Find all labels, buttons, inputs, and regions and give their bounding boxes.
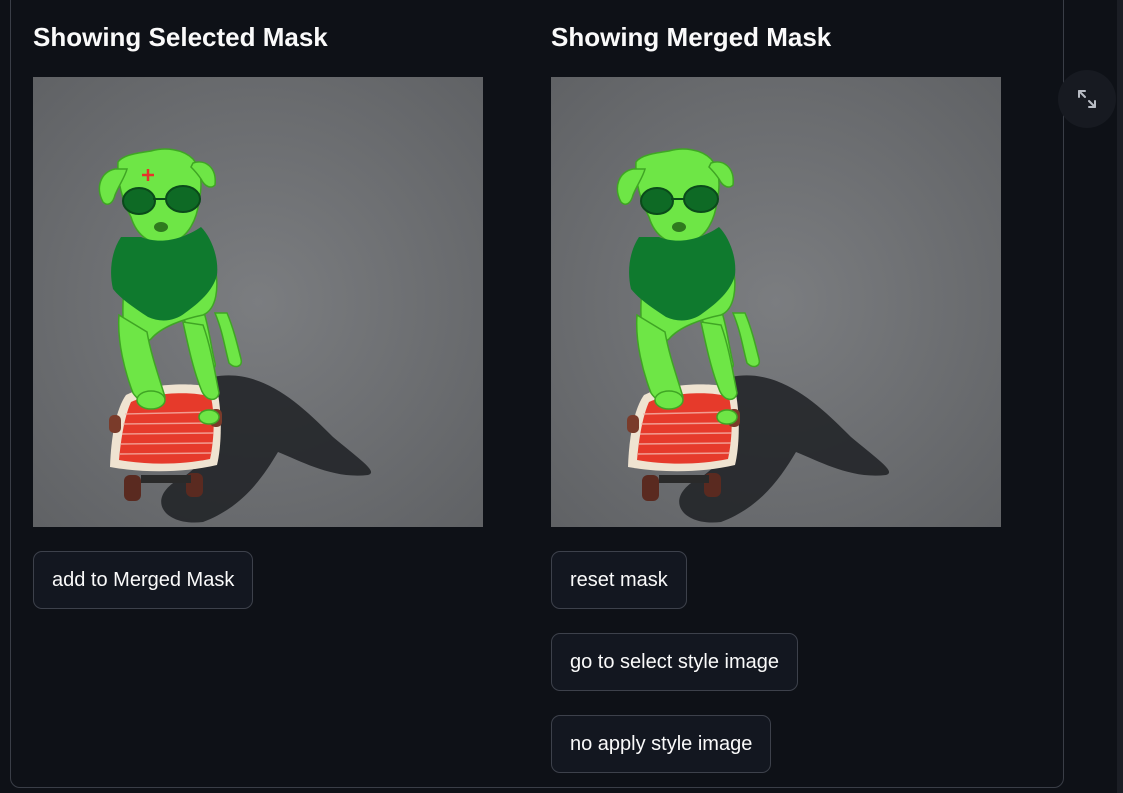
go-to-select-style-image-button[interactable]: go to select style image xyxy=(551,633,798,691)
fullscreen-button[interactable] xyxy=(1058,70,1116,128)
scroll-track[interactable] xyxy=(1117,0,1123,793)
expand-icon xyxy=(1078,90,1096,108)
merged-mask-image[interactable] xyxy=(551,77,1001,527)
merged-mask-title: Showing Merged Mask xyxy=(551,22,832,52)
selected-mask-canvas xyxy=(33,77,483,527)
reset-mask-button[interactable]: reset mask xyxy=(551,551,687,609)
selected-mask-title: Showing Selected Mask xyxy=(33,22,328,52)
merged-mask-canvas xyxy=(551,77,1001,527)
add-to-merged-mask-button[interactable]: add to Merged Mask xyxy=(33,551,254,609)
no-apply-style-image-button[interactable]: no apply style image xyxy=(551,715,772,773)
selected-mask-image[interactable] xyxy=(33,77,483,527)
